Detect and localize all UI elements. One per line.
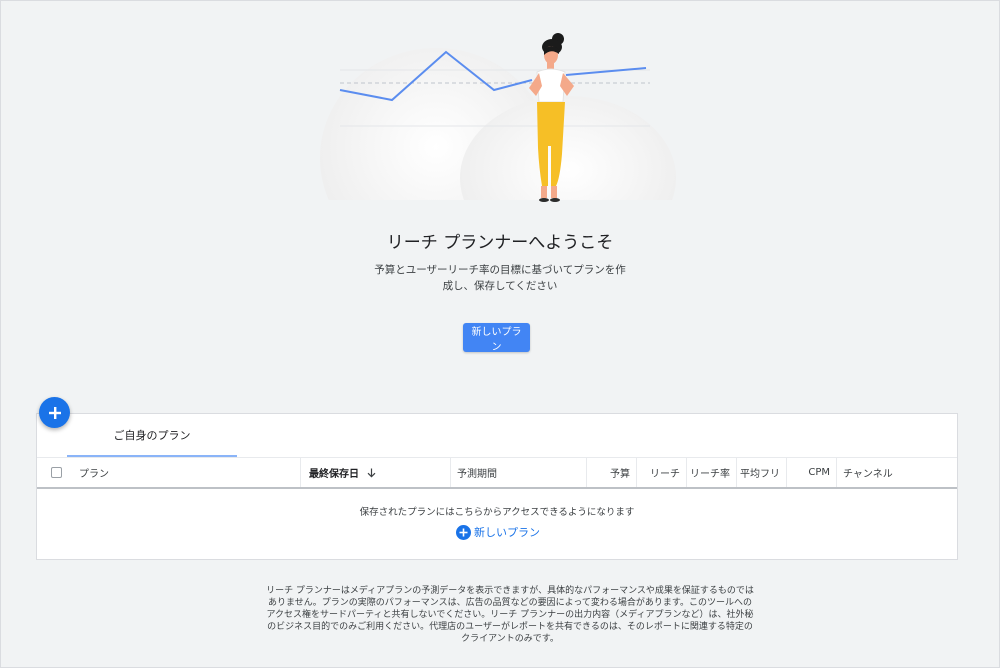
add-circle-icon xyxy=(456,524,471,540)
plus-icon xyxy=(48,406,61,419)
column-header-reach[interactable]: リーチ xyxy=(637,458,687,487)
select-all-checkbox[interactable] xyxy=(51,467,62,478)
welcome-illustration xyxy=(318,33,678,218)
column-header-plan[interactable]: プラン xyxy=(79,458,301,487)
column-label-reach: リーチ xyxy=(650,469,680,480)
empty-state-message: 保存されたプランにはこちらからアクセスできるようになります xyxy=(359,507,635,518)
welcome-title: リーチ プランナーへようこそ xyxy=(386,233,614,253)
plans-table-header: プラン 最終保存日 予測期間 予算 リーチ リーチ率 平均フリ CPM チャンネ xyxy=(37,458,957,489)
column-label-last-saved: 最終保存日 xyxy=(309,469,359,480)
column-label-avg-frequency: 平均フリ xyxy=(740,469,780,480)
column-header-avg-frequency[interactable]: 平均フリ xyxy=(737,458,787,487)
column-label-cpm: CPM xyxy=(808,467,830,478)
column-header-last-saved[interactable]: 最終保存日 xyxy=(301,458,451,487)
column-header-reach-rate[interactable]: リーチ率 xyxy=(687,458,737,487)
chart-line xyxy=(565,67,647,76)
illustration-background-blob xyxy=(318,48,678,218)
column-label-reach-rate: リーチ率 xyxy=(690,469,730,480)
new-plan-link-label: 新しいプラン xyxy=(474,526,540,539)
column-header-forecast-period[interactable]: 予測期間 xyxy=(451,458,587,487)
column-header-budget[interactable]: 予算 xyxy=(587,458,637,487)
welcome-subtitle: 予算とユーザーリーチ率の目標に基づいてプランを作成し、保存してください xyxy=(374,264,626,292)
column-label-channel: チャンネル xyxy=(843,469,893,480)
column-label-forecast-period: 予測期間 xyxy=(457,469,497,480)
column-header-channel[interactable]: チャンネル xyxy=(837,458,957,487)
column-label-plan: プラン xyxy=(79,469,109,480)
disclaimer-text: リーチ プランナーはメディアプランの予測データを表示できますが、具体的なパフォー… xyxy=(266,586,754,644)
add-plan-fab[interactable] xyxy=(39,397,70,428)
new-plan-button[interactable]: 新しいプラン xyxy=(463,323,530,353)
select-all-cell xyxy=(51,458,79,487)
column-label-budget: 予算 xyxy=(610,469,630,480)
new-plan-link[interactable]: 新しいプラン xyxy=(456,523,540,541)
column-header-cpm[interactable]: CPM xyxy=(787,458,837,487)
tab-your-plans[interactable]: ご自身のプラン xyxy=(67,414,237,457)
arrow-down-icon xyxy=(367,468,376,478)
plans-card: ご自身のプラン プラン 最終保存日 予測期間 予算 リーチ リーチ率 平均フリ … xyxy=(36,413,958,560)
